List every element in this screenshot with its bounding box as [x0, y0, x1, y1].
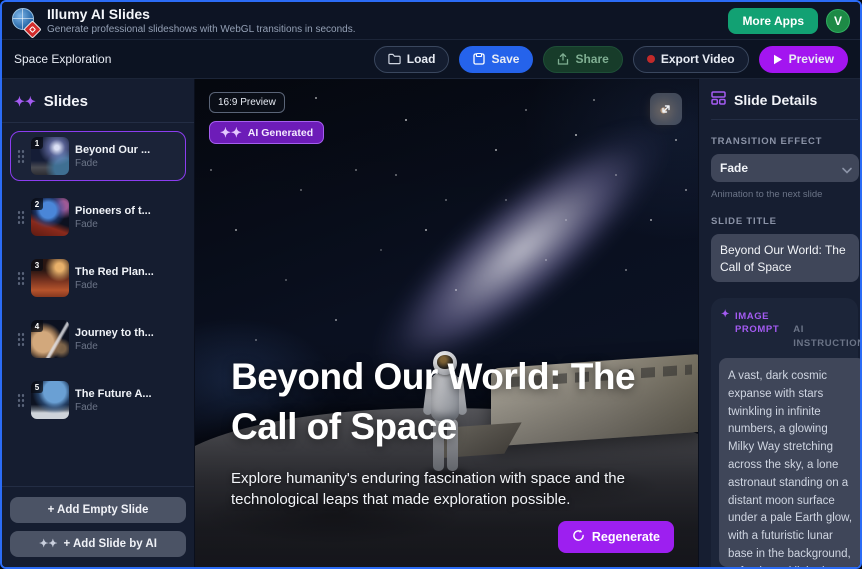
slides-panel-footer: + Add Empty Slide ✦✦ + Add Slide by AI: [2, 486, 194, 567]
slide-item-title: Journey to th...: [75, 327, 154, 339]
slide-item-transition: Fade: [75, 219, 151, 230]
share-button[interactable]: Share: [543, 46, 622, 73]
ai-generated-badge: ✦✦ AI Generated: [209, 121, 324, 144]
slide-number-badge: 1: [31, 137, 43, 149]
add-empty-slide-button[interactable]: + Add Empty Slide: [10, 497, 186, 523]
sparkles-icon: ✦: [721, 310, 730, 320]
drag-handle-icon[interactable]: [17, 332, 25, 346]
slide-headline: Beyond Our World: The Call of Space: [231, 352, 651, 452]
slide-item-title: The Red Plan...: [75, 266, 154, 278]
aspect-ratio-badge: 16:9 Preview: [209, 92, 285, 113]
sparkles-icon: ✦✦: [39, 539, 57, 550]
slides-panel-title: Slides: [44, 93, 88, 110]
drag-handle-icon[interactable]: [17, 271, 25, 285]
prompt-card: ✦ IMAGE PROMPT AI INSTRUCTIONS A vast, d…: [711, 298, 858, 567]
slide-caption: Beyond Our World: The Call of Space Expl…: [231, 352, 674, 553]
slide-list-item-5[interactable]: 5 The Future A... Fade: [10, 375, 186, 425]
slide-number-badge: 3: [31, 259, 43, 271]
slide-list-item-3[interactable]: 3 The Red Plan... Fade: [10, 253, 186, 303]
slide-thumbnail: 5: [31, 381, 69, 419]
slide-item-transition: Fade: [75, 158, 150, 169]
app-title: Illumy AI Slides: [47, 6, 356, 22]
slide-thumbnail: 4: [31, 320, 69, 358]
app-title-block: Illumy AI Slides Generate professional s…: [47, 6, 356, 36]
slide-subtext: Explore humanity's enduring fascination …: [231, 468, 631, 512]
drag-handle-icon[interactable]: [17, 149, 25, 163]
prompt-tabs: ✦ IMAGE PROMPT AI INSTRUCTIONS: [719, 308, 850, 358]
slide-preview: 16:9 Preview ✦✦ AI Generated Beyond Our …: [195, 79, 698, 567]
slide-number-badge: 2: [31, 198, 43, 210]
drag-handle-icon[interactable]: [17, 393, 25, 407]
project-toolbar: Space Exploration Load Save Share Export…: [2, 40, 860, 79]
slide-details-panel: Slide Details TRANSITION EFFECT Fade Ani…: [698, 79, 860, 567]
slides-sidebar: ✦✦ Slides 1 Beyond Our ... Fade: [2, 79, 195, 567]
slide-thumbnail: 1: [31, 137, 69, 175]
load-button[interactable]: Load: [374, 46, 450, 73]
avatar[interactable]: V: [826, 9, 850, 33]
record-dot-icon: [647, 55, 655, 63]
upload-icon: [557, 53, 569, 66]
slide-details-header: Slide Details: [711, 91, 858, 120]
layout-icon: [711, 91, 726, 108]
add-slide-by-ai-button[interactable]: ✦✦ + Add Slide by AI: [10, 531, 186, 557]
more-apps-button[interactable]: More Apps: [728, 8, 818, 34]
slide-title-label: SLIDE TITLE: [711, 216, 860, 227]
slide-thumbnail: 3: [31, 259, 69, 297]
slide-list: 1 Beyond Our ... Fade 2 Pioneers of t...…: [2, 123, 194, 486]
save-icon: [473, 53, 485, 65]
transition-select[interactable]: Fade: [711, 154, 859, 182]
app-window: Illumy AI Slides Generate professional s…: [0, 0, 862, 569]
play-icon: [773, 54, 783, 65]
slide-title-input[interactable]: Beyond Our World: The Call of Space: [711, 234, 859, 282]
image-prompt-input[interactable]: A vast, dark cosmic expanse with stars t…: [719, 358, 860, 567]
app-header: Illumy AI Slides Generate professional s…: [2, 2, 860, 40]
drag-handle-icon[interactable]: [17, 210, 25, 224]
chevron-down-icon: [842, 163, 852, 177]
export-video-button[interactable]: Export Video: [633, 46, 749, 73]
regenerate-button[interactable]: Regenerate: [558, 521, 674, 553]
project-name: Space Exploration: [14, 52, 111, 66]
slides-panel-header: ✦✦ Slides: [2, 79, 194, 123]
slide-item-title: Beyond Our ...: [75, 144, 150, 156]
folder-icon: [388, 53, 401, 65]
slide-item-title: The Future A...: [75, 388, 152, 400]
fullscreen-expand-button[interactable]: [650, 93, 682, 125]
slide-item-transition: Fade: [75, 402, 152, 413]
refresh-icon: [572, 529, 585, 545]
transition-effect-label: TRANSITION EFFECT: [711, 136, 860, 147]
slide-number-badge: 5: [31, 381, 43, 393]
slide-item-transition: Fade: [75, 280, 154, 291]
slide-list-item-1[interactable]: 1 Beyond Our ... Fade: [10, 131, 186, 181]
app-subtitle: Generate professional slideshows with We…: [47, 24, 356, 36]
slide-number-badge: 4: [31, 320, 43, 332]
slide-details-title: Slide Details: [734, 92, 817, 108]
slide-list-item-2[interactable]: 2 Pioneers of t... Fade: [10, 192, 186, 242]
sparkles-icon: ✦✦: [14, 95, 36, 108]
slide-item-title: Pioneers of t...: [75, 205, 151, 217]
slide-thumbnail: 2: [31, 198, 69, 236]
transition-help-text: Animation to the next slide: [711, 189, 860, 200]
save-button[interactable]: Save: [459, 46, 533, 73]
tab-image-prompt[interactable]: ✦ IMAGE PROMPT: [721, 310, 779, 337]
app-logo-icon: [12, 8, 38, 34]
preview-button[interactable]: Preview: [759, 46, 848, 73]
tab-ai-instructions[interactable]: AI INSTRUCTIONS: [793, 310, 860, 350]
slide-list-item-4[interactable]: 4 Journey to th... Fade: [10, 314, 186, 364]
slide-item-transition: Fade: [75, 341, 154, 352]
diagonal-arrows-icon: [659, 102, 673, 116]
sparkles-icon: ✦✦: [220, 126, 242, 139]
